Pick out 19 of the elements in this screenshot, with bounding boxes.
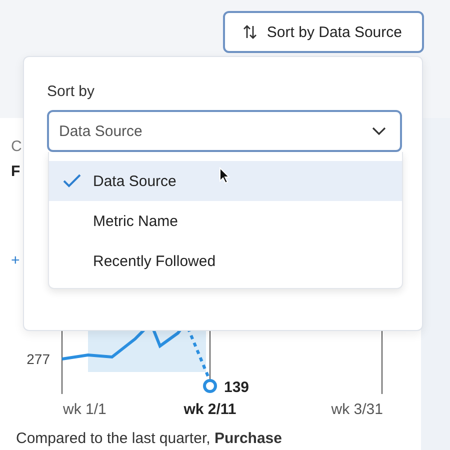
sort-button[interactable]: Sort by Data Source (222, 11, 424, 53)
axis-label: wk 3/31 (331, 401, 383, 416)
menu-option[interactable]: Data Source (49, 161, 402, 201)
field-label: Sort by (47, 83, 96, 101)
point-label: 139 (224, 379, 250, 396)
menu-option[interactable]: Metric Name (49, 201, 402, 241)
sort-icon (242, 24, 257, 40)
sort-select[interactable]: Data Source (47, 110, 402, 152)
menu-option[interactable]: Recently Followed (49, 241, 402, 281)
add-link[interactable]: + (11, 252, 20, 270)
card-title: C (11, 137, 22, 157)
check-icon (63, 174, 81, 188)
axis-label: wk 1/1 (63, 401, 106, 416)
chevron-icon (372, 126, 386, 136)
card-subtitle: F (11, 162, 20, 182)
summary-text: Compared to the last quarter, Purchase (15, 430, 283, 447)
axis-label: 277 (26, 351, 50, 367)
cursor-icon (219, 167, 230, 184)
axis-label: wk 2/11 (184, 401, 236, 416)
